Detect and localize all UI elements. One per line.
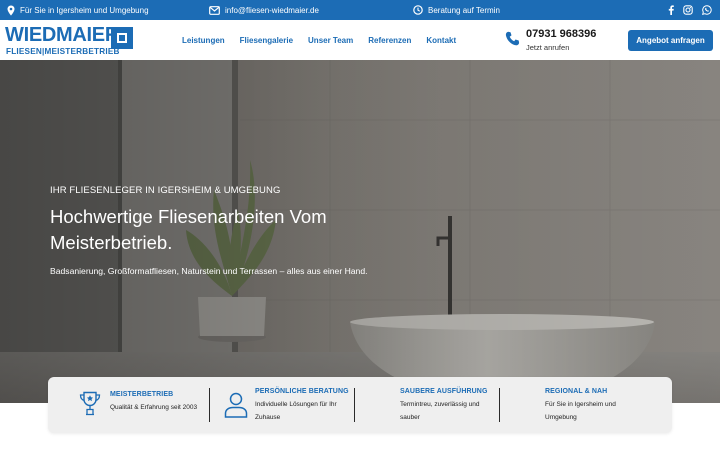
hero-title-line-1: Hochwertige Fliesenarbeiten Vom (50, 206, 327, 227)
instagram-icon[interactable] (683, 5, 693, 15)
clock-icon (413, 5, 423, 15)
person-icon (224, 392, 248, 423)
whatsapp-icon[interactable] (702, 5, 712, 15)
phone-number[interactable]: 07931 968396 (526, 28, 596, 40)
trophy-icon (79, 391, 101, 422)
consult-info: Beratung auf Termin (413, 0, 500, 20)
email-link[interactable]: info@fliesen-wiedmaier.de (225, 6, 319, 15)
feature-divider (209, 388, 210, 422)
social-links (668, 0, 712, 20)
location-text: Für Sie in Igersheim und Umgebung (20, 5, 149, 15)
feature-divider (354, 388, 355, 422)
nav-item-unser-team[interactable]: Unser Team (308, 36, 353, 45)
mail-icon (209, 5, 220, 15)
logo[interactable]: WIEDMAIER FLIESEN|MEISTERBETRIEB (5, 24, 133, 56)
location-info: Für Sie in Igersheim und Umgebung (7, 0, 149, 20)
feature-desc-regional: Für Sie in Igersheim und Umgebung (545, 401, 616, 421)
features-bar: MEISTERBETRIEB Qualität & Erfahrung seit… (48, 377, 672, 433)
feature-desc-beratung: Individuelle Lösungen für Ihr Zuhause (255, 401, 337, 421)
feature-title-meisterbetrieb: MEISTERBETRIEB (110, 391, 174, 398)
email-info[interactable]: info@fliesen-wiedmaier.de (209, 0, 319, 20)
top-bar: Für Sie in Igersheim und Umgebung info@f… (0, 0, 720, 20)
phone-subtitle: Jetzt anrufen (526, 43, 570, 52)
request-quote-button[interactable]: Angebot anfragen (628, 30, 713, 51)
main-nav: Leistungen Fliesengalerie Unser Team Ref… (182, 20, 471, 60)
location-pin-icon (7, 5, 15, 16)
logo-wordmark: WIEDMAIER (5, 24, 119, 46)
hero-title-line-2: Meisterbetrieb. (50, 232, 173, 253)
feature-desc-meisterbetrieb: Qualität & Erfahrung seit 2003 (110, 404, 198, 411)
nav-item-fliesengalerie[interactable]: Fliesengalerie (240, 36, 293, 45)
page: Für Sie in Igersheim und Umgebung info@f… (0, 0, 720, 450)
feature-title-beratung: PERSÖNLICHE BERATUNG (255, 388, 349, 395)
site-header: WIEDMAIER FLIESEN|MEISTERBETRIEB Leistun… (0, 20, 720, 60)
phone-icon (505, 31, 521, 52)
logo-subtitle: FLIESEN|MEISTERBETRIEB (6, 47, 120, 56)
feature-title-regional: REGIONAL & NAH (545, 388, 608, 395)
feature-desc-ausfuehrung: Termintreu, zuverlässig und sauber (400, 401, 480, 421)
hero-kicker: IHR FLIESENLEGER IN IGERSHEIM & UMGEBUNG (50, 185, 281, 196)
consult-text: Beratung auf Termin (428, 5, 500, 15)
feature-divider (499, 388, 500, 422)
nav-item-referenzen[interactable]: Referenzen (368, 36, 411, 45)
hero-section: IHR FLIESENLEGER IN IGERSHEIM & UMGEBUNG… (0, 60, 720, 403)
facebook-icon[interactable] (668, 5, 674, 15)
hero-title: Hochwertige Fliesenarbeiten Vom Meisterb… (50, 204, 470, 256)
feature-title-ausfuehrung: SAUBERE AUSFÜHRUNG (400, 388, 488, 395)
hero-description: Badsanierung, Großformatfliesen, Naturst… (50, 266, 368, 276)
phone-block[interactable]: 07931 968396 Jetzt anrufen (505, 27, 605, 55)
nav-item-kontakt[interactable]: Kontakt (426, 36, 456, 45)
nav-item-leistungen[interactable]: Leistungen (182, 36, 225, 45)
logo-square-icon (111, 27, 133, 49)
